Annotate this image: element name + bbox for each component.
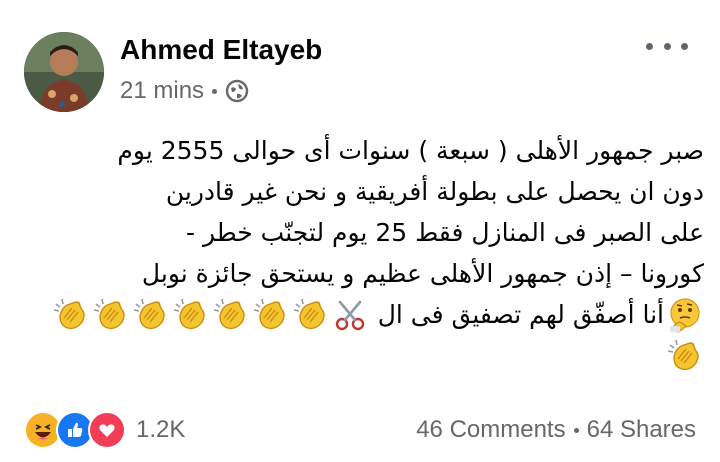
clapping-hands-emoji [666,337,704,375]
post-footer: 1.2K 46 Comments 64 Shares [0,410,720,450]
clapping-hands-emoji [132,296,170,334]
reaction-count[interactable]: 1.2K [136,416,185,444]
more-dot [681,42,688,50]
comments-count[interactable]: 46 Comments [416,416,565,444]
scissors-emoji [332,296,370,334]
avatar[interactable] [24,32,104,112]
clapping-hands-emoji [172,296,210,334]
separator-dot [212,88,218,94]
shares-count[interactable]: 64 Shares [587,416,696,444]
clapping-hands-emoji [92,296,130,334]
post-line: على الصبر فى المنازل فقط 25 يوم لتجنّب خ… [186,218,704,247]
more-options-icon[interactable] [646,36,688,56]
post-line: صبر جمهور الأهلى ( سبعة ) سنوات أى حوالى… [117,136,704,165]
post-line-with-emojis [24,335,704,376]
post-line: كورونا – إذن جمهور الأهلى عظيم و يستحق ج… [141,259,704,288]
post-line: دون ان يحصل على بطولة أفريقية و نحن غير … [165,177,704,206]
post-time[interactable]: 21 mins [120,77,204,105]
post-text: صبر جمهور الأهلى ( سبعة ) سنوات أى حوالى… [24,130,704,376]
author-name[interactable]: Ahmed Eltayeb [120,32,322,68]
separator-dot [573,427,579,433]
engagement-stats: 46 Comments 64 Shares [416,416,696,444]
clapping-hands-emoji [212,296,250,334]
clapping-hands-emoji [292,296,330,334]
clapping-hands-emoji [52,296,90,334]
reaction-summary[interactable]: 1.2K [24,411,185,449]
post-meta: 21 mins [120,76,249,106]
more-dot [646,42,653,50]
post-line-with-emojis: أنا أصفّق لهم تصفيق فى ال [24,294,704,335]
post-line: أنا أصفّق لهم تصفيق فى ال [377,300,664,329]
more-dot [663,42,671,50]
clapping-hands-emoji [252,296,290,334]
love-reaction-icon [88,411,126,449]
post-header: Ahmed Eltayeb 21 mins [0,0,720,112]
thinking-face-emoji [666,296,704,334]
globe-icon[interactable] [225,79,249,103]
